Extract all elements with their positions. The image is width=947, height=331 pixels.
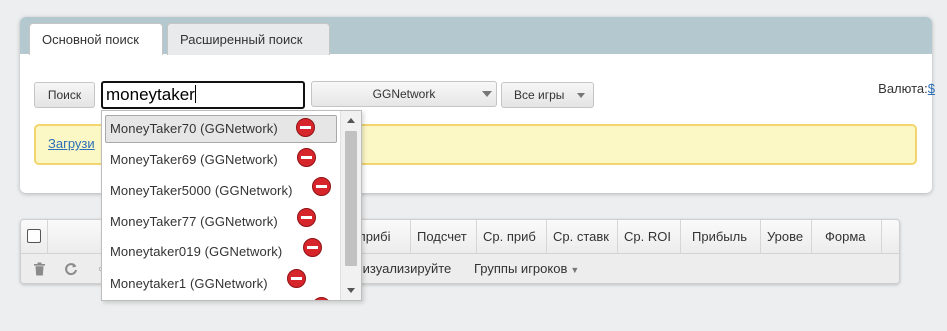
no-entry-icon[interactable] (296, 118, 315, 137)
notice-link[interactable]: Загрузи (48, 136, 95, 151)
scrollbar-thumb[interactable] (345, 131, 357, 266)
visualize-button[interactable]: Визуализируйте (354, 261, 451, 276)
player-groups-label: Группы игроков (474, 261, 568, 276)
column-header-level[interactable]: Урове (760, 220, 812, 254)
autocomplete-item-label: MoneyTaker69 (GGNetwork) (110, 152, 278, 167)
tab-basic-search[interactable]: Основной поиск (29, 23, 163, 55)
tab-bar: Основной поиск Расширенный поиск (20, 17, 932, 55)
autocomplete-item-label: MoneyTaker77 (GGNetwork) (110, 214, 278, 229)
dropdown-scrollbar[interactable] (340, 111, 361, 300)
search-button[interactable]: Поиск (34, 82, 95, 108)
autocomplete-item-label: MoneyTaker70 (GGNetwork) (110, 121, 278, 136)
currency-selector: Валюта:$ (878, 81, 935, 96)
autocomplete-item-label: MoneyTaker5000 (GGNetwork) (110, 183, 293, 198)
autocomplete-item-label: Moneytaker1 (GGNetwork) (110, 276, 268, 291)
no-entry-icon[interactable] (297, 208, 316, 227)
chevron-down-icon (482, 91, 492, 97)
network-select-value: GGNetwork (372, 87, 436, 101)
scroll-down-arrow-icon[interactable] (347, 288, 355, 293)
autocomplete-dropdown: MoneyTaker70 (GGNetwork) MoneyTaker69 (G… (101, 110, 362, 301)
network-select[interactable]: GGNetwork (311, 81, 497, 107)
column-header-form[interactable]: Форма (811, 220, 882, 254)
autocomplete-item[interactable]: MoneyTaker5000 (GGNetwork) (105, 177, 337, 205)
player-groups-button[interactable]: Группы игроков ▼ (474, 261, 579, 276)
search-input-value: moneytaker (106, 85, 195, 104)
select-all-checkbox[interactable] (27, 229, 41, 243)
column-header-avg-profit[interactable]: Ср. приб (476, 220, 547, 254)
currency-link[interactable]: $ (928, 81, 935, 96)
no-entry-icon[interactable] (297, 148, 316, 167)
no-entry-icon[interactable] (303, 238, 322, 257)
chevron-down-icon (577, 93, 585, 98)
no-entry-icon[interactable] (312, 177, 331, 196)
player-search-input[interactable]: moneytaker (101, 81, 305, 109)
scroll-up-arrow-icon[interactable] (347, 118, 355, 123)
tab-advanced-search[interactable]: Расширенный поиск (167, 23, 330, 55)
column-header-count[interactable]: Подсчет (410, 220, 476, 254)
autocomplete-item-label: Moneytaker019 (GGNetwork) (110, 244, 283, 259)
no-entry-icon[interactable] (287, 269, 306, 288)
column-header-avg-stake[interactable]: Ср. ставк (546, 220, 618, 254)
currency-label: Валюта: (878, 81, 928, 96)
games-select[interactable]: Все игры (501, 82, 594, 108)
text-caret (194, 85, 196, 103)
autocomplete-item[interactable]: Moneytaker019 (GGNetwork) (105, 238, 337, 266)
column-header-avg-roi[interactable]: Ср. ROI (617, 220, 681, 254)
games-select-value: Все игры (514, 88, 565, 102)
caret-down-icon: ▼ (570, 265, 580, 275)
column-header-profit[interactable]: Прибыль (680, 220, 761, 254)
refresh-icon[interactable] (64, 262, 78, 276)
trash-icon[interactable] (32, 262, 46, 276)
